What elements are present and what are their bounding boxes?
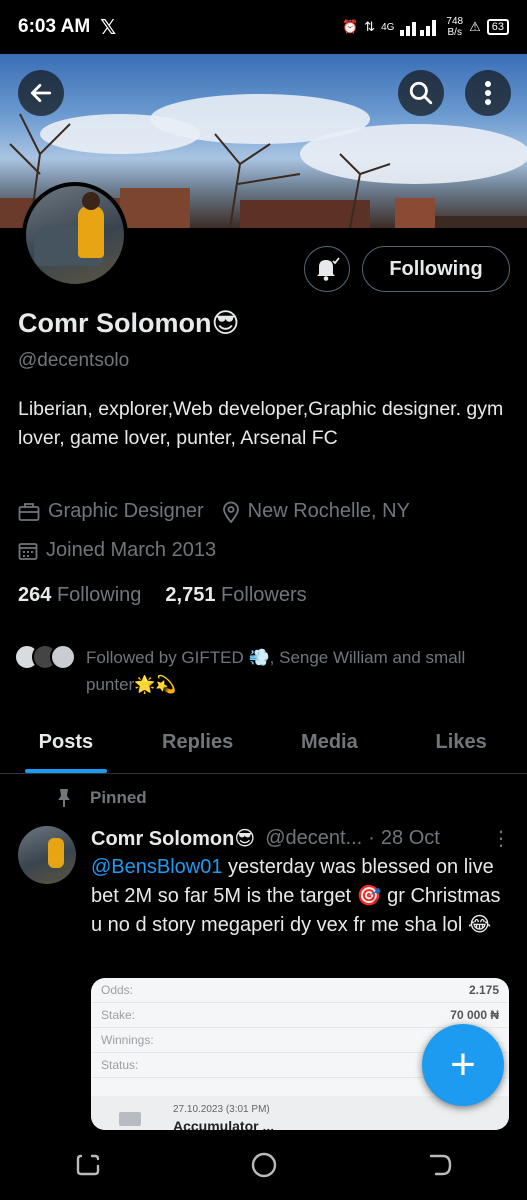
slip-value: 70 000 ₦ bbox=[450, 1008, 499, 1022]
profile-avatar[interactable] bbox=[22, 182, 128, 288]
search-icon bbox=[409, 81, 433, 105]
tab-likes[interactable]: Likes bbox=[395, 712, 527, 773]
pinned-label: Pinned bbox=[90, 788, 147, 807]
following-label: Following bbox=[56, 584, 142, 606]
pinned-indicator: Pinned bbox=[56, 788, 147, 808]
following-button[interactable]: Following bbox=[362, 246, 510, 292]
profession-row: Graphic Designer New Rochelle, NY bbox=[18, 500, 410, 523]
tweet-date[interactable]: 28 Oct bbox=[381, 827, 440, 850]
notifications-bell-button[interactable] bbox=[304, 246, 350, 292]
display-name: Comr Solomon😎 bbox=[18, 308, 240, 338]
status-time: 6:03 AM bbox=[18, 16, 91, 37]
x-logo-icon: 𝕏 bbox=[100, 16, 117, 39]
slip-type: Accumulator ... bbox=[173, 1118, 275, 1130]
data-arrows-icon: ⇅ bbox=[364, 19, 376, 34]
tab-replies[interactable]: Replies bbox=[132, 712, 264, 773]
back-nav-icon[interactable] bbox=[427, 1152, 453, 1178]
followed-by-row[interactable]: Followed by GIFTED 💨, Senge William and … bbox=[14, 644, 476, 698]
profile-tabs: Posts Replies Media Likes bbox=[0, 712, 527, 774]
net-speed-unit: B/s bbox=[447, 27, 462, 38]
followers-stat[interactable]: 2,751 Followers bbox=[165, 584, 306, 607]
tab-posts[interactable]: Posts bbox=[0, 712, 132, 773]
arrow-left-icon bbox=[30, 84, 52, 102]
joined-row: Joined March 2013 bbox=[18, 539, 216, 562]
slip-label: Stake: bbox=[101, 1008, 136, 1022]
location-pin-icon bbox=[222, 501, 239, 523]
more-options-button[interactable] bbox=[465, 70, 511, 116]
tweet-text[interactable]: @BensBlow01 yesterday was blessed on liv… bbox=[91, 853, 516, 940]
location: New Rochelle, NY bbox=[247, 500, 410, 522]
warning-icon: ⚠ bbox=[469, 19, 481, 34]
tweet-more-icon[interactable]: ⋮ bbox=[491, 826, 511, 851]
joined-date: Joined March 2013 bbox=[46, 539, 217, 561]
recents-icon[interactable] bbox=[75, 1152, 101, 1178]
pin-icon bbox=[58, 789, 70, 807]
tweet-header: Comr Solomon😎 @decent... · 28 Oct ⋮ bbox=[91, 826, 511, 851]
user-handle: @decentsolo bbox=[18, 350, 130, 371]
system-nav-bar bbox=[0, 1130, 527, 1200]
calendar-icon bbox=[18, 542, 38, 560]
tab-media[interactable]: Media bbox=[264, 712, 396, 773]
net-speed: 748 B/s bbox=[446, 16, 463, 38]
signal-icon bbox=[400, 20, 437, 36]
status-icons: ⏰ ⇅ 4G 748 B/s ⚠ 63 bbox=[342, 16, 509, 38]
battery-icon: 63 bbox=[486, 19, 509, 35]
compose-post-button[interactable]: + bbox=[422, 1024, 504, 1106]
follower-avatar bbox=[50, 644, 76, 670]
followers-label: Followers bbox=[221, 584, 307, 606]
tweet-author-avatar[interactable] bbox=[18, 826, 76, 884]
following-count: 264 bbox=[18, 584, 52, 606]
status-bar: 6:03 AM 𝕏 ⏰ ⇅ 4G 748 B/s ⚠ 63 bbox=[0, 0, 527, 54]
back-button[interactable] bbox=[18, 70, 64, 116]
slip-label: Status: bbox=[101, 1058, 139, 1072]
briefcase-icon bbox=[18, 502, 40, 521]
profile-bio: Liberian, explorer,Web developer,Graphic… bbox=[18, 398, 504, 449]
tweet-separator: · bbox=[368, 827, 375, 849]
following-stat[interactable]: 264 Following bbox=[18, 584, 141, 607]
slip-value: 2.175 bbox=[468, 983, 499, 997]
net-speed-value: 748 bbox=[446, 16, 464, 27]
vertical-dots-icon bbox=[485, 81, 491, 105]
tweet-author-name[interactable]: Comr Solomon😎 bbox=[91, 826, 255, 851]
ticket-icon bbox=[119, 1112, 141, 1126]
followed-by-text: Followed by GIFTED 💨, Senge William and … bbox=[86, 648, 466, 694]
slip-date: 27.10.2023 (3:01 PM) bbox=[173, 1104, 270, 1115]
slip-label: Odds: bbox=[101, 983, 134, 997]
alarm-icon: ⏰ bbox=[341, 19, 359, 34]
follow-stats: 264 Following 2,751 Followers bbox=[18, 584, 307, 607]
search-button[interactable] bbox=[398, 70, 444, 116]
tweet-author-handle: @decent... bbox=[265, 827, 363, 849]
network-type: 4G bbox=[381, 21, 395, 33]
profession: Graphic Designer bbox=[48, 500, 204, 522]
slip-label: Winnings: bbox=[101, 1033, 154, 1047]
followers-count: 2,751 bbox=[165, 584, 216, 606]
home-icon[interactable] bbox=[250, 1151, 278, 1179]
bell-check-icon bbox=[317, 257, 340, 281]
tweet-mention[interactable]: @BensBlow01 bbox=[91, 856, 222, 878]
slip-row: Odds: 2.175 bbox=[91, 978, 509, 1003]
slip-row: Stake: 70 000 ₦ bbox=[91, 1003, 509, 1028]
